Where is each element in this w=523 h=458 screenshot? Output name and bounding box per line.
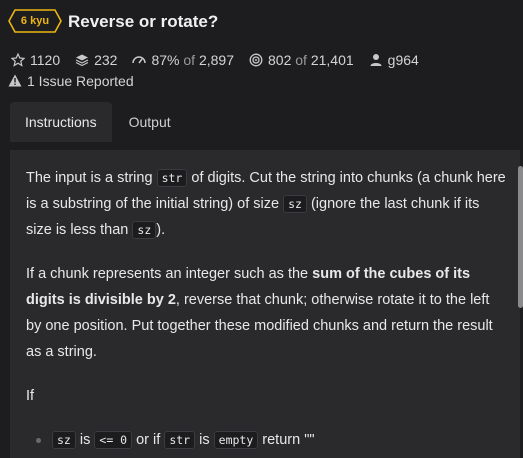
- description-paragraph-2: If a chunk represents an integer such as…: [26, 266, 493, 360]
- star-icon[interactable]: [10, 52, 26, 68]
- description-tabs: Instructions Output: [10, 102, 186, 142]
- instructions-panel: The input is a string str of digits. Cut…: [10, 150, 520, 458]
- satisfaction-total: 2,897: [198, 52, 235, 68]
- issues-reported[interactable]: 1 Issue Reported: [8, 73, 134, 89]
- inline-code: <= 0: [94, 431, 133, 449]
- inline-code: empty: [213, 431, 259, 449]
- warning-icon: [8, 74, 22, 90]
- collections-count: 232: [94, 52, 118, 68]
- satisfaction-stat: 87% of 2,897: [131, 52, 234, 68]
- author-stat[interactable]: g964: [368, 52, 419, 68]
- kyu-badge: 6 kyu: [8, 9, 62, 33]
- target-icon: [248, 52, 264, 68]
- tab-instructions[interactable]: Instructions: [10, 102, 112, 142]
- inline-code: sz: [283, 195, 307, 213]
- bullet-dot: [36, 438, 41, 443]
- satisfaction-icon: [131, 52, 147, 68]
- completed-stat: 802 of 21,401: [248, 52, 354, 68]
- kata-description: The input is a string str of digits. Cut…: [26, 165, 508, 453]
- user-icon: [368, 52, 384, 68]
- list-item: sz is <= 0 or if str is empty return "": [26, 427, 508, 453]
- stars-count: 1120: [30, 52, 61, 68]
- satisfaction-percent: 87%: [151, 52, 180, 68]
- kata-stats: 1120 232 87% of 2,897 802 of 21,401 g964: [10, 51, 433, 69]
- inline-code: sz: [52, 431, 76, 449]
- issues-label[interactable]: 1 Issue Reported: [27, 73, 134, 89]
- stars-stat[interactable]: 1120: [10, 52, 60, 68]
- author-name[interactable]: g964: [388, 52, 419, 68]
- scrollbar-thumb[interactable]: [518, 166, 523, 308]
- kata-title: Reverse or rotate?: [68, 12, 219, 31]
- completed-count: 802: [268, 52, 292, 68]
- description-paragraph-3: If: [26, 388, 35, 404]
- completed-of: of: [295, 52, 307, 68]
- kyu-rank: 6 kyu: [20, 15, 50, 27]
- satisfaction-of: of: [183, 52, 196, 68]
- tab-output[interactable]: Output: [114, 102, 186, 142]
- inline-code: str: [164, 431, 196, 449]
- completed-total: 21,401: [310, 52, 354, 68]
- collections-stat: 232: [74, 52, 117, 68]
- inline-code: sz: [132, 221, 157, 239]
- description-paragraph-1: The input is a string str of digits. Cut…: [26, 169, 506, 239]
- inline-code: str: [156, 169, 188, 187]
- layers-icon: [74, 52, 90, 68]
